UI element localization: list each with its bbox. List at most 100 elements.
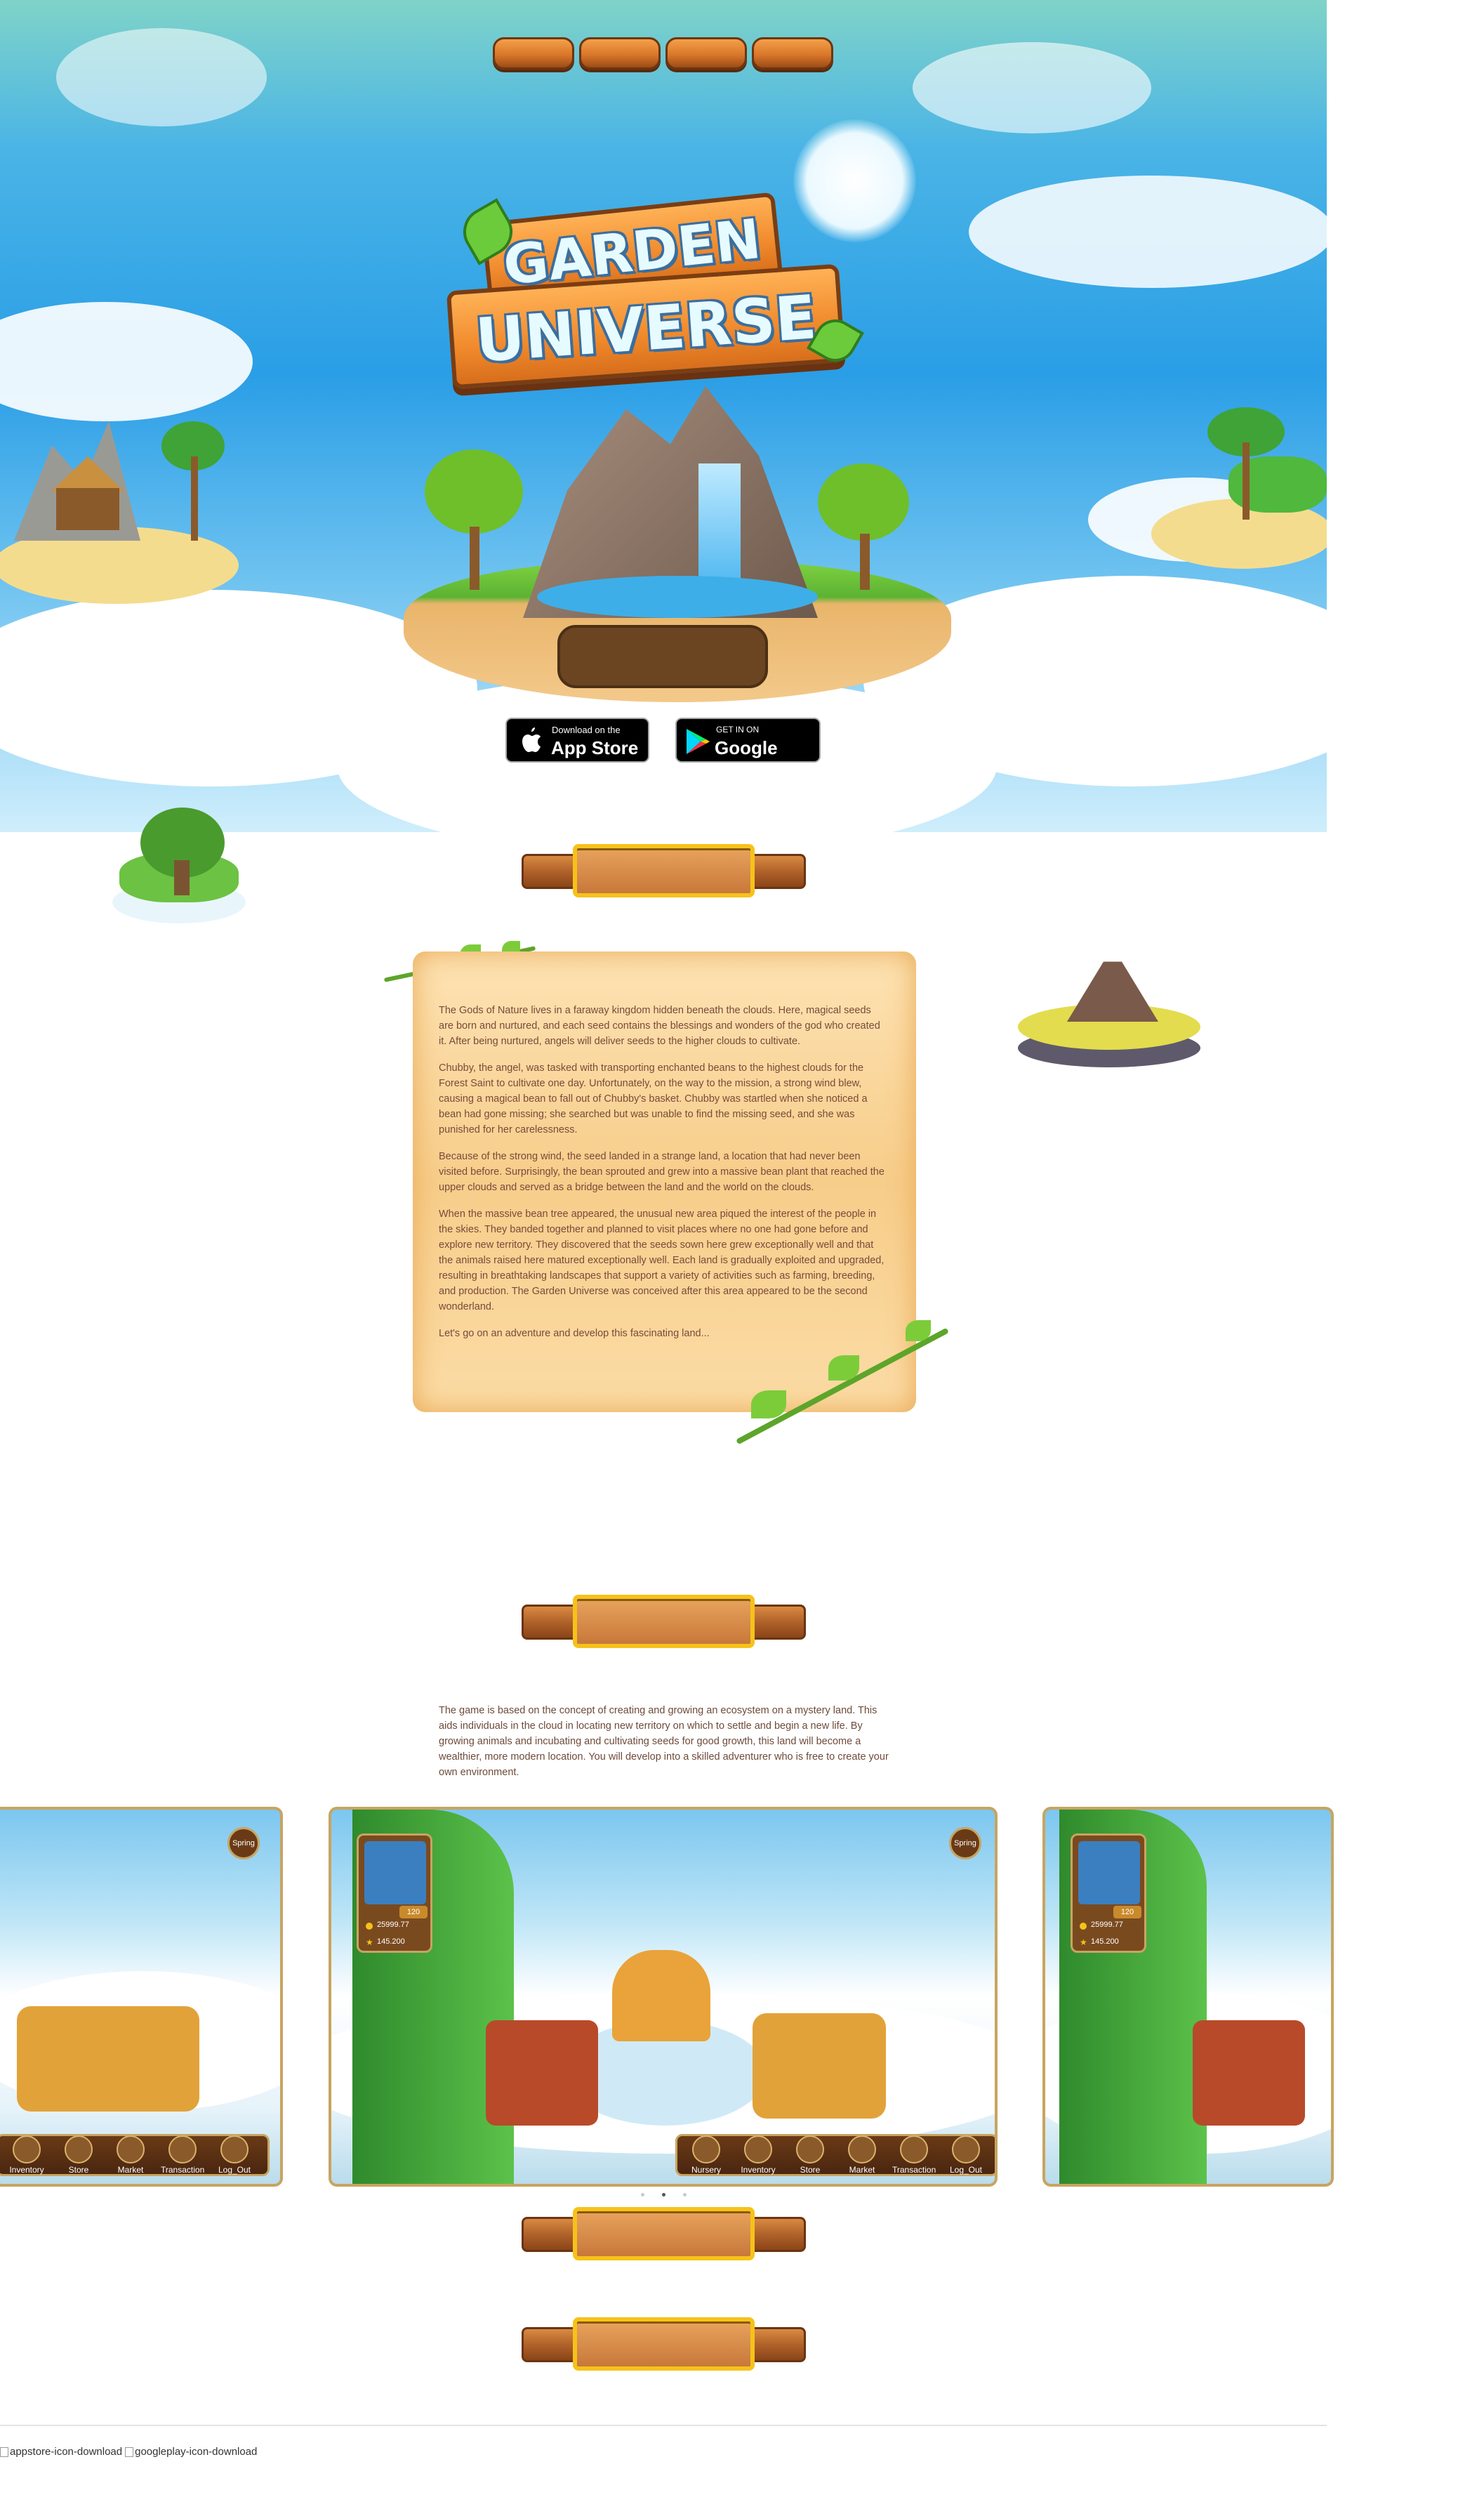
house-red [1193, 2020, 1305, 2126]
market-icon [117, 2135, 145, 2163]
play-button[interactable] [557, 625, 768, 688]
nav-button-2[interactable] [579, 37, 661, 70]
carousel-slide-active[interactable]: 120 25999.77 ★ 145.200 Spring Nursery In… [329, 1807, 998, 2187]
apple-icon [522, 727, 541, 752]
menu-label: Transaction [892, 2165, 936, 2175]
volcano [1067, 961, 1158, 1022]
appstore-alt-text: appstore-icon-download [10, 2446, 123, 2458]
menu-logout[interactable]: Log_Out [944, 2135, 988, 2175]
google-play-small-text: GET IN ON [716, 725, 760, 735]
season-badge[interactable]: Spring [949, 1827, 981, 1859]
section-title-plank-4 [522, 2317, 806, 2371]
coin-icon [366, 1923, 373, 1930]
cloud [56, 28, 267, 126]
avatar [364, 1841, 426, 1904]
hero-banner: GARDEN UNIVERSE Download on the App Stor… [0, 0, 1327, 832]
story-text: The Gods of Nature lives in a faraway ki… [439, 1003, 888, 1352]
carousel-slide-next[interactable]: 120 25999.77 ★ 145.200 [1042, 1807, 1334, 2187]
house-yellow [753, 2013, 886, 2119]
star-amount: 145.200 [1091, 1937, 1119, 1946]
cloud [969, 176, 1327, 288]
menu-label: Market [117, 2165, 144, 2175]
plank-frame [573, 2317, 755, 2371]
menu-nursery[interactable]: Nursery [684, 2135, 728, 2175]
menu-transaction[interactable]: Transaction [892, 2135, 936, 2175]
leaf-icon [828, 1355, 859, 1381]
house [17, 2006, 199, 2112]
leaf-icon [751, 1390, 786, 1418]
season-badge[interactable]: Spring [227, 1827, 260, 1859]
game-menu-bar: Inventory Store Market Transaction Log_O… [0, 2134, 270, 2176]
pond [537, 576, 818, 618]
transaction-icon [900, 2135, 928, 2163]
game-menu-bar: Nursery Inventory Store Market Transacti… [675, 2134, 995, 2176]
store-icon [796, 2135, 824, 2163]
menu-label: Log_Out [218, 2165, 251, 2175]
player-profile-card[interactable]: 120 25999.77 ★ 145.200 [1071, 1833, 1146, 1953]
story-paragraph-3: Because of the strong wind, the seed lan… [439, 1151, 885, 1193]
logout-icon [952, 2135, 980, 2163]
nav-button-4[interactable] [752, 37, 833, 70]
menu-label: Store [800, 2165, 821, 2175]
game-intro-text: The game is based on the concept of crea… [439, 1705, 889, 1778]
palm-trunk [191, 456, 198, 541]
menu-market[interactable]: Market [840, 2135, 884, 2175]
app-store-button[interactable]: Download on the App Store [505, 718, 649, 763]
google-play-icon [687, 729, 710, 754]
palm-trunk [1243, 442, 1250, 520]
tree-trunk [174, 860, 190, 895]
googleplay-download-link[interactable]: googleplay-icon-download [125, 2446, 257, 2458]
floating-volcano-island [1011, 951, 1207, 1074]
tree-trunk [860, 534, 870, 590]
menu-store[interactable]: Store [57, 2135, 100, 2175]
story-paragraph-2: Chubby, the angel, was tasked with trans… [439, 1062, 868, 1135]
plank-frame [573, 844, 755, 897]
nav-button-1[interactable] [493, 37, 574, 70]
coin-amount: 25999.77 [1091, 1921, 1123, 1929]
googleplay-alt-text: googleplay-icon-download [135, 2446, 258, 2458]
section-title-plank-2 [522, 1595, 806, 1648]
appstore-download-link[interactable]: appstore-icon-download [0, 2446, 122, 2458]
hut [56, 488, 119, 530]
menu-transaction[interactable]: Transaction [161, 2135, 204, 2175]
market-icon [848, 2135, 876, 2163]
vine [736, 1327, 949, 1445]
story-paragraph-4: When the massive bean tree appeared, the… [439, 1208, 885, 1312]
tree-trunk [470, 527, 479, 590]
footer-divider [0, 2425, 1327, 2426]
coin-icon [1080, 1923, 1087, 1930]
star-icon: ★ [1080, 1937, 1087, 1947]
tree-right [818, 463, 909, 541]
carousel-dot-3[interactable] [683, 2193, 687, 2196]
carousel-slide-prev[interactable]: Spring Inventory Store Market Transactio… [0, 1807, 283, 2187]
carousel-dot-1[interactable] [641, 2193, 644, 2196]
vine-decoration-bottom [709, 1306, 969, 1445]
logo-word-universe: UNIVERSE [473, 282, 819, 376]
section-title-plank-1 [522, 844, 806, 897]
house-dome [612, 1950, 710, 2041]
menu-label: Inventory [741, 2165, 776, 2175]
carousel-dot-2-active[interactable] [662, 2193, 665, 2196]
player-profile-card[interactable]: 120 25999.77 ★ 145.200 [357, 1833, 432, 1953]
menu-market[interactable]: Market [109, 2135, 152, 2175]
menu-inventory[interactable]: Inventory [736, 2135, 780, 2175]
google-play-button[interactable]: GET IN ON Google Play [675, 718, 821, 780]
menu-store[interactable]: Store [788, 2135, 832, 2175]
nursery-icon [692, 2135, 720, 2163]
plank-frame [573, 2207, 755, 2260]
menu-inventory[interactable]: Inventory [5, 2135, 48, 2175]
waterfall [698, 463, 741, 590]
menu-logout[interactable]: Log_Out [213, 2135, 256, 2175]
menu-label: Store [68, 2165, 89, 2175]
store-icon [65, 2135, 93, 2163]
star-icon: ★ [366, 1937, 373, 1947]
garden-universe-logo: GARDEN UNIVERSE [435, 179, 870, 404]
right-island [1151, 393, 1327, 576]
app-store-big-text: App Store [551, 737, 639, 758]
footer-download-links: appstore-icon-download googleplay-icon-d… [0, 2446, 257, 2458]
nav-button-3[interactable] [665, 37, 747, 70]
coin-amount: 25999.77 [377, 1921, 409, 1929]
section-title-plank-3 [522, 2207, 806, 2260]
cloud [913, 42, 1151, 133]
plank-frame [573, 1595, 755, 1648]
